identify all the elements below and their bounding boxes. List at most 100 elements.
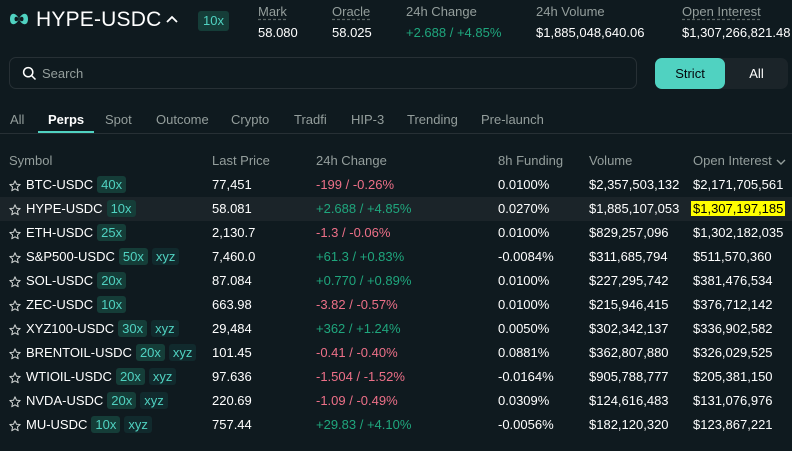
- dex-badge: xyz: [148, 368, 177, 385]
- star-icon[interactable]: [9, 251, 21, 264]
- dex-badge: xyz: [140, 392, 168, 409]
- tab-tradfi[interactable]: Tradfi: [294, 112, 327, 127]
- funding-cell: 0.0100%: [498, 297, 550, 312]
- open-interest-cell: $131,076,976: [693, 393, 773, 408]
- change-cell: +2.688 / +4.85%: [316, 201, 412, 216]
- open-interest-cell: $1,307,197,185: [691, 201, 786, 216]
- all-button[interactable]: All: [725, 58, 788, 89]
- volume-cell: $302,342,137: [589, 321, 669, 336]
- last-price-cell: 220.69: [212, 393, 252, 408]
- tab-perps[interactable]: Perps: [48, 112, 84, 127]
- last-price-cell: 757.44: [212, 417, 252, 432]
- tab-trending[interactable]: Trending: [407, 112, 458, 127]
- column-header-open-interest[interactable]: Open Interest: [693, 153, 786, 168]
- star-icon[interactable]: [9, 419, 21, 432]
- change-cell: -199 / -0.26%: [316, 177, 395, 192]
- open-interest-cell: $336,902,582: [693, 321, 773, 336]
- volume-cell: $829,257,096: [589, 225, 669, 240]
- symbol-cell: S&P500-USDC 50x xyz: [26, 248, 180, 265]
- table-row[interactable]: XYZ100-USDC 30x xyz 29,484 +362 / +1.24% 0.00…: [0, 317, 792, 341]
- star-icon[interactable]: [9, 371, 21, 384]
- column-header-8h-funding[interactable]: 8h Funding: [498, 153, 563, 168]
- column-header-symbol[interactable]: Symbol: [9, 153, 52, 168]
- search-placeholder: Search: [42, 66, 84, 81]
- stat-label: 24h Volume: [536, 4, 605, 19]
- stat-value: 58.025: [332, 25, 372, 40]
- leverage-badge: 30x: [118, 320, 148, 337]
- change-cell: +61.3 / +0.83%: [316, 249, 405, 264]
- table-row[interactable]: MU-USDC 10x xyz 757.44 +29.83 / +4.10% -0.005…: [0, 413, 792, 437]
- strict-button[interactable]: Strict: [655, 58, 725, 89]
- dex-badge: xyz: [168, 344, 197, 361]
- symbol-name: ZEC-USDC: [26, 297, 94, 312]
- symbol-name: XYZ100-USDC: [26, 321, 115, 336]
- symbol-name: HYPE-USDC: [26, 201, 103, 216]
- symbol-cell: BTC-USDC 40x: [26, 176, 127, 193]
- funding-cell: 0.0100%: [498, 273, 550, 288]
- last-price-cell: 29,484: [212, 321, 252, 336]
- tab-spot[interactable]: Spot: [105, 112, 132, 127]
- star-icon[interactable]: [9, 203, 21, 216]
- open-interest-cell: $2,171,705,561: [693, 177, 784, 192]
- symbol-cell: HYPE-USDC 10x: [26, 200, 136, 217]
- stat-mark: Mark 58.080: [258, 4, 298, 41]
- leverage-badge: 25x: [97, 224, 127, 241]
- table-row[interactable]: ZEC-USDC 10x 663.98 -3.82 / -0.57% 0.0100% $2…: [0, 293, 792, 317]
- symbol-cell: WTIOIL-USDC 20x xyz: [26, 368, 177, 385]
- stat-label: 24h Change: [406, 4, 477, 19]
- last-price-cell: 2,130.7: [212, 225, 256, 240]
- strict-filter-toggle: Strict All: [655, 58, 788, 89]
- pair-selector[interactable]: HYPE-USDC: [36, 8, 161, 32]
- change-cell: -1.504 / -1.52%: [316, 369, 405, 384]
- search-input[interactable]: Search: [9, 57, 637, 89]
- volume-cell: $2,357,503,132: [589, 177, 680, 192]
- symbol-name: NVDA-USDC: [26, 393, 104, 408]
- leverage-badge: 10x: [198, 11, 229, 31]
- tab-all[interactable]: All: [10, 112, 24, 127]
- star-icon[interactable]: [9, 179, 21, 192]
- tab-pre-launch[interactable]: Pre-launch: [481, 112, 544, 127]
- table-row[interactable]: SOL-USDC 20x 87.084 +0.770 / +0.89% 0.0100% $…: [0, 269, 792, 293]
- stat-label: Oracle: [332, 4, 371, 19]
- last-price-cell: 663.98: [212, 297, 252, 312]
- column-header-volume[interactable]: Volume: [589, 153, 632, 168]
- column-header-last-price[interactable]: Last Price: [212, 153, 270, 168]
- star-icon[interactable]: [9, 347, 21, 360]
- last-price-cell: 58.081: [212, 201, 252, 216]
- star-icon[interactable]: [9, 275, 21, 288]
- table-row[interactable]: ETH-USDC 25x 2,130.7 -1.3 / -0.06% 0.0100% $8…: [0, 221, 792, 245]
- stat-value: $1,885,048,640.06: [536, 25, 645, 40]
- tab-hip3[interactable]: HIP-3: [351, 112, 384, 127]
- symbol-cell: BRENTOIL-USDC 20x xyz: [26, 344, 197, 361]
- symbol-cell: MU-USDC 10x xyz: [26, 416, 152, 433]
- dex-badge: xyz: [151, 320, 179, 337]
- column-header-24h-change[interactable]: 24h Change: [316, 153, 387, 168]
- volume-cell: $311,685,794: [589, 249, 668, 264]
- funding-cell: 0.0309%: [498, 393, 550, 408]
- tab-crypto[interactable]: Crypto: [231, 112, 269, 127]
- table-row[interactable]: WTIOIL-USDC 20x xyz 97.636 -1.504 / -1.52% -0…: [0, 365, 792, 389]
- star-icon[interactable]: [9, 395, 21, 408]
- open-interest-cell: $381,476,534: [693, 273, 773, 288]
- star-icon[interactable]: [9, 227, 21, 240]
- volume-cell: $182,120,320: [589, 417, 669, 432]
- hyperliquid-logo-icon[interactable]: [8, 11, 30, 27]
- stat-24h-change: 24h Change +2.688 / +4.85%: [406, 4, 501, 41]
- table-row[interactable]: BTC-USDC 40x 77,451 -199 / -0.26% 0.0100% $2,…: [0, 173, 792, 197]
- symbol-cell: SOL-USDC 20x: [26, 272, 127, 289]
- table-row[interactable]: BRENTOIL-USDC 20x xyz 101.45 -0.41 / -0.40% 0…: [0, 341, 792, 365]
- table-row[interactable]: NVDA-USDC 20x xyz 220.69 -1.09 / -0.49% 0.030…: [0, 389, 792, 413]
- star-icon[interactable]: [9, 323, 21, 336]
- volume-cell: $227,295,742: [589, 273, 669, 288]
- table-row[interactable]: S&P500-USDC 50x xyz 7,460.0 +61.3 / +0.83% -0…: [0, 245, 792, 269]
- funding-cell: -0.0164%: [498, 369, 554, 384]
- table-row[interactable]: HYPE-USDC 10x 58.081 +2.688 / +4.85% 0.0270%…: [0, 197, 792, 221]
- chevron-up-icon[interactable]: [164, 13, 180, 25]
- leverage-badge: 10x: [97, 296, 127, 313]
- tab-outcome[interactable]: Outcome: [156, 112, 209, 127]
- star-icon[interactable]: [9, 299, 21, 312]
- symbol-cell: ETH-USDC 25x: [26, 224, 127, 241]
- funding-cell: 0.0100%: [498, 177, 550, 192]
- volume-cell: $124,616,483: [589, 393, 669, 408]
- stat-value: $1,307,266,821.48: [682, 25, 791, 40]
